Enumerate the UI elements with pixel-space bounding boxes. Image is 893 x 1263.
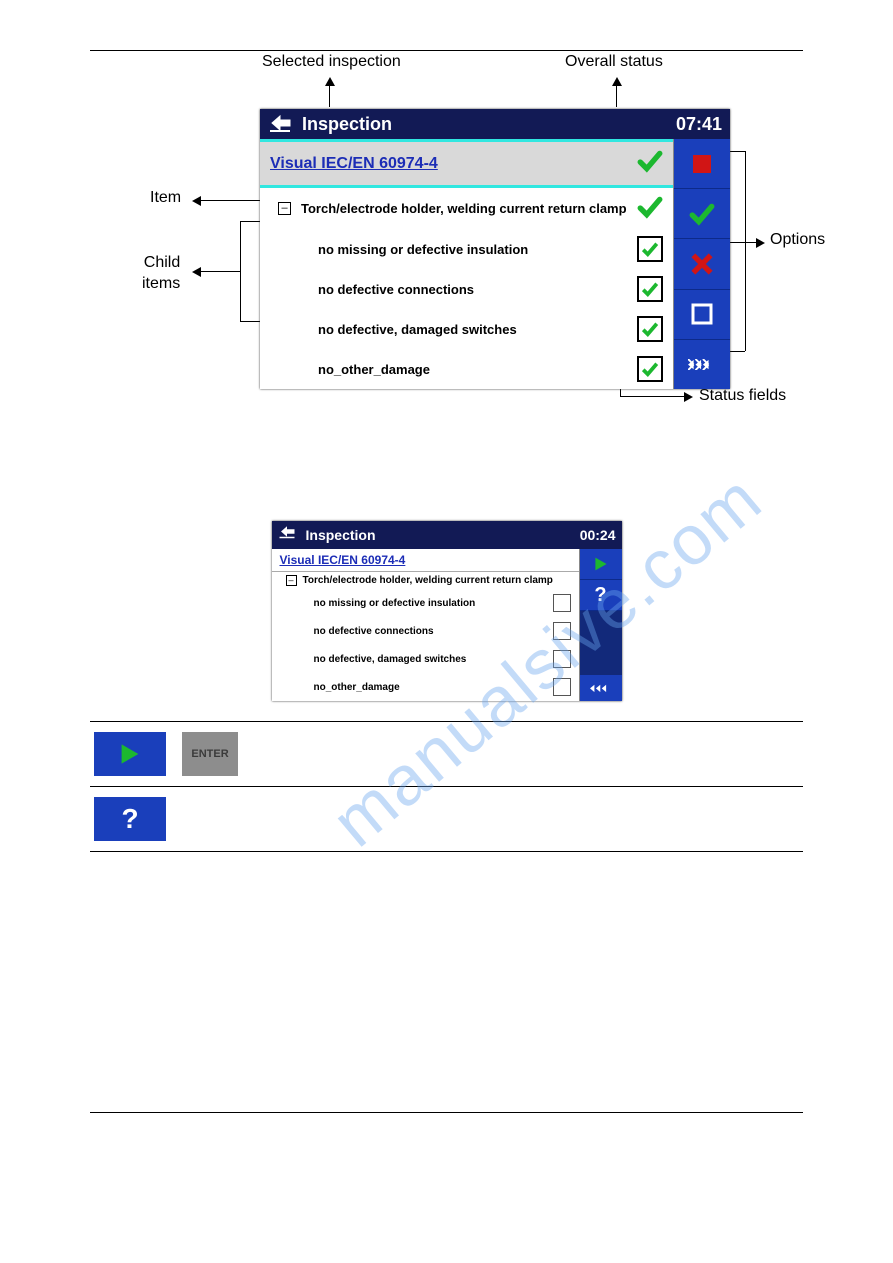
- child-text: no missing or defective insulation: [314, 598, 476, 609]
- titlebar: Inspection 07:41: [260, 109, 730, 139]
- child-text: no defective, damaged switches: [318, 322, 517, 337]
- child-item-row[interactable]: no missing or defective insulation: [272, 589, 579, 617]
- device-screen-small: Inspection 00:24 Visual IEC/EN 60974-4 –…: [272, 521, 622, 701]
- child-item-row[interactable]: no missing or defective insulation: [260, 229, 673, 269]
- status-checkbox[interactable]: [553, 594, 571, 612]
- child-item-row[interactable]: no defective connections: [272, 617, 579, 645]
- clock-text: 00:24: [580, 527, 616, 543]
- back-icon[interactable]: [278, 524, 296, 546]
- title-text: Inspection: [302, 114, 392, 135]
- selected-inspection-row[interactable]: Visual IEC/EN 60974-4: [260, 139, 673, 188]
- option-play-button[interactable]: [580, 549, 622, 580]
- annot-item: Item: [150, 189, 181, 207]
- inspection-list: Visual IEC/EN 60974-4 – Torch/electrode …: [260, 139, 674, 389]
- option-column: ?: [580, 549, 622, 701]
- annot-child-items: Child items: [142, 253, 180, 295]
- arrow-icon: [756, 238, 765, 248]
- annot-overall-status: Overall status: [565, 53, 663, 71]
- status-checkbox[interactable]: [553, 678, 571, 696]
- arrow-line: [200, 271, 240, 272]
- annot-child-line2: items: [142, 275, 180, 292]
- arrow-line: [616, 85, 617, 107]
- child-text: no missing or defective insulation: [318, 242, 528, 257]
- annot-selected-inspection: Selected inspection: [262, 53, 401, 71]
- status-checkbox[interactable]: [553, 650, 571, 668]
- status-checkbox[interactable]: [637, 316, 663, 342]
- option-column: [674, 139, 730, 389]
- back-icon[interactable]: [268, 113, 292, 135]
- status-checkbox[interactable]: [637, 276, 663, 302]
- arrow-icon: [192, 267, 201, 277]
- brace-bot: [730, 351, 745, 352]
- status-checkbox[interactable]: [553, 622, 571, 640]
- item-text: Torch/electrode holder, welding current …: [301, 201, 637, 216]
- arrow-line: [200, 200, 260, 201]
- arrow-icon: [684, 392, 693, 402]
- brace-top: [240, 221, 260, 222]
- child-text: no_other_damage: [314, 682, 400, 693]
- title-text: Inspection: [306, 527, 376, 543]
- option-back-button[interactable]: [674, 340, 730, 389]
- device-screen-large: Inspection 07:41 Visual IEC/EN 60974-4 –…: [260, 109, 730, 389]
- child-text: no defective connections: [314, 626, 434, 637]
- clock-text: 07:41: [676, 114, 722, 135]
- help-button[interactable]: ?: [94, 797, 166, 841]
- enter-button[interactable]: ENTER: [182, 732, 238, 776]
- question-mark-icon: ?: [121, 803, 138, 835]
- child-item-row[interactable]: no defective, damaged switches: [260, 309, 673, 349]
- enter-label: ENTER: [191, 748, 228, 760]
- item-text: Torch/electrode holder, welding current …: [303, 575, 571, 586]
- child-item-row[interactable]: no_other_damage: [272, 673, 579, 701]
- child-text: no_other_damage: [318, 362, 430, 377]
- annot-options: Options: [770, 231, 825, 249]
- option-pass-button[interactable]: [674, 189, 730, 239]
- check-icon: [637, 148, 663, 179]
- inspection-item-row[interactable]: – Torch/electrode holder, welding curren…: [272, 572, 579, 589]
- option-empty-button[interactable]: [674, 290, 730, 340]
- brace-line: [745, 151, 746, 351]
- selected-inspection-title: Visual IEC/EN 60974-4: [270, 155, 438, 173]
- brace-bot: [240, 321, 260, 322]
- annot-child-line1: Child: [144, 254, 180, 271]
- selected-inspection-row[interactable]: Visual IEC/EN 60974-4: [272, 549, 579, 572]
- inspection-item-row[interactable]: – Torch/electrode holder, welding curren…: [260, 188, 673, 229]
- option-table: ENTER ?: [90, 721, 803, 852]
- arrow-icon: [192, 196, 201, 206]
- child-item-row[interactable]: no_other_damage: [260, 349, 673, 389]
- arrow-icon: [325, 77, 335, 86]
- option-spacer: [580, 611, 622, 675]
- figure-1-annotated: Selected inspection Overall status Item …: [90, 51, 803, 411]
- option-table-row: ?: [90, 787, 803, 851]
- titlebar: Inspection 00:24: [272, 521, 622, 549]
- collapse-icon[interactable]: –: [286, 575, 297, 586]
- inspection-list: Visual IEC/EN 60974-4 – Torch/electrode …: [272, 549, 580, 701]
- annot-status-fields: Status fields: [699, 387, 786, 405]
- option-stop-button[interactable]: [674, 139, 730, 189]
- play-button[interactable]: [94, 732, 166, 776]
- selected-inspection-title: Visual IEC/EN 60974-4: [280, 553, 406, 567]
- option-table-row: ENTER: [90, 722, 803, 786]
- arrow-line: [730, 242, 758, 243]
- brace-line: [240, 221, 241, 321]
- status-checkbox[interactable]: [637, 356, 663, 382]
- option-back-button[interactable]: [580, 675, 622, 701]
- child-text: no defective connections: [318, 282, 474, 297]
- arrow-icon: [612, 77, 622, 86]
- option-fail-button[interactable]: [674, 239, 730, 289]
- question-mark-icon: ?: [594, 584, 606, 607]
- option-help-button[interactable]: ?: [580, 580, 622, 611]
- check-icon: [637, 194, 663, 223]
- arrow-line: [329, 85, 330, 107]
- brace-top: [730, 151, 745, 152]
- arrow-line: [620, 396, 685, 397]
- child-item-row[interactable]: no defective connections: [260, 269, 673, 309]
- status-checkbox[interactable]: [637, 236, 663, 262]
- child-text: no defective, damaged switches: [314, 654, 467, 665]
- child-item-row[interactable]: no defective, damaged switches: [272, 645, 579, 673]
- collapse-icon[interactable]: –: [278, 202, 291, 215]
